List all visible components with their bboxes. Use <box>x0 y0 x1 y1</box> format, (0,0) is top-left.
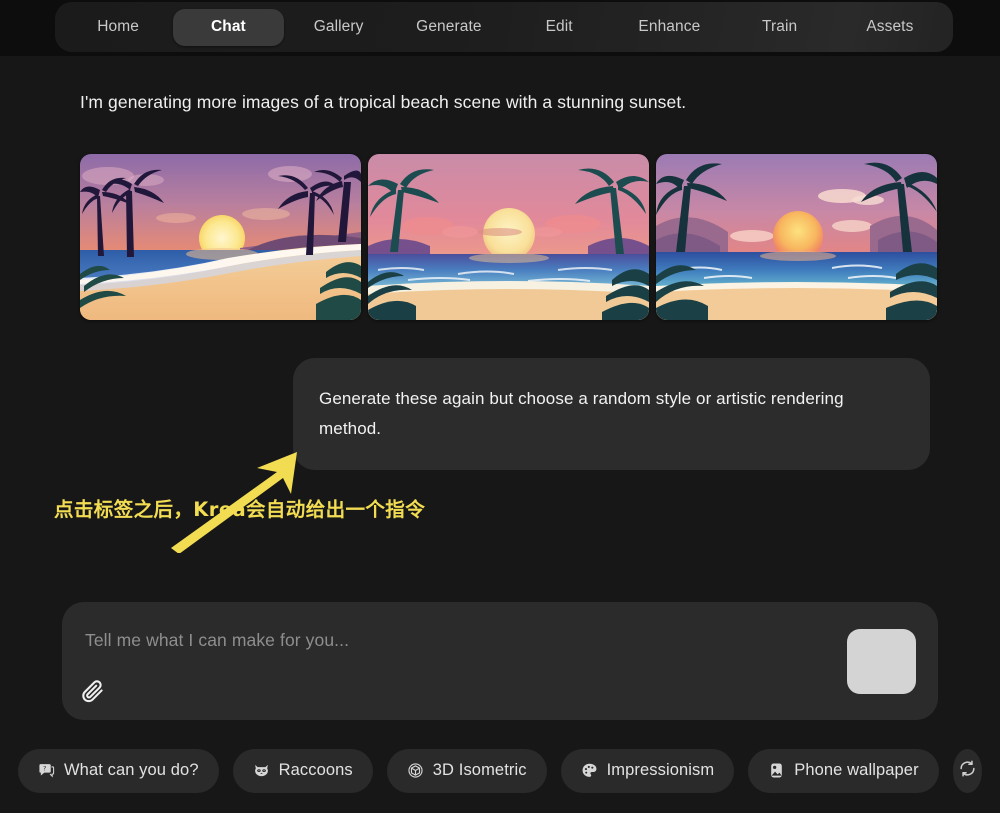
tab-generate[interactable]: Generate <box>394 9 504 46</box>
refresh-suggestions-button[interactable] <box>952 748 982 793</box>
message-composer[interactable]: Tell me what I can make for you... <box>62 602 938 720</box>
generated-image-2[interactable] <box>368 154 649 320</box>
palette-icon <box>581 762 598 779</box>
chip-impressionism[interactable]: Impressionism <box>560 748 735 793</box>
cube-icon <box>407 762 424 779</box>
chip-label: 3D Isometric <box>432 761 527 779</box>
generated-image-3[interactable] <box>656 154 937 320</box>
tab-assets[interactable]: Assets <box>835 9 945 46</box>
chip-3d-isometric[interactable]: 3D Isometric <box>386 748 547 793</box>
tab-home[interactable]: Home <box>63 9 173 46</box>
tab-gallery[interactable]: Gallery <box>284 9 394 46</box>
tab-train[interactable]: Train <box>725 9 835 46</box>
question-chat-icon: ? <box>38 762 55 779</box>
message-input[interactable]: Tell me what I can make for you... <box>85 630 349 651</box>
top-navigation-bar: Home Chat Gallery Generate Edit Enhance … <box>0 0 1000 56</box>
tab-edit[interactable]: Edit <box>504 9 614 46</box>
refresh-icon <box>958 759 977 783</box>
chip-raccoons[interactable]: Raccoons <box>232 748 373 793</box>
send-button[interactable] <box>847 629 916 694</box>
beach-sunset-illustration-1 <box>80 154 361 320</box>
generated-image-1[interactable] <box>80 154 361 320</box>
svg-text:?: ? <box>43 765 46 773</box>
user-message: Generate these again but choose a random… <box>293 358 930 470</box>
tab-strip: Home Chat Gallery Generate Edit Enhance … <box>55 2 953 52</box>
chip-label: Impressionism <box>606 761 715 779</box>
chip-label: What can you do? <box>64 761 199 779</box>
beach-sunset-illustration-3 <box>656 154 937 320</box>
raccoon-icon <box>253 762 270 779</box>
tab-chat[interactable]: Chat <box>173 8 284 46</box>
chip-phone-wallpaper[interactable]: Phone wallpaper <box>748 748 939 793</box>
generated-image-row <box>80 154 937 320</box>
chip-label: Phone wallpaper <box>794 761 919 779</box>
chat-transcript: I'm generating more images of a tropical… <box>0 56 1000 728</box>
suggestion-chip-bar: ? What can you do? Raccoons 3D Isometric… <box>0 728 1000 813</box>
chip-what-can-you-do[interactable]: ? What can you do? <box>18 748 219 793</box>
tab-enhance[interactable]: Enhance <box>614 9 724 46</box>
assistant-message: I'm generating more images of a tropical… <box>80 92 687 112</box>
krea-chat-app: Home Chat Gallery Generate Edit Enhance … <box>0 0 1000 813</box>
annotation-text: 点击标签之后，Krea会自动给出一个指令 <box>54 498 426 521</box>
chip-label: Raccoons <box>278 761 353 779</box>
beach-sunset-illustration-2 <box>368 154 649 320</box>
paperclip-icon[interactable] <box>80 678 106 704</box>
phone-icon <box>768 762 785 779</box>
